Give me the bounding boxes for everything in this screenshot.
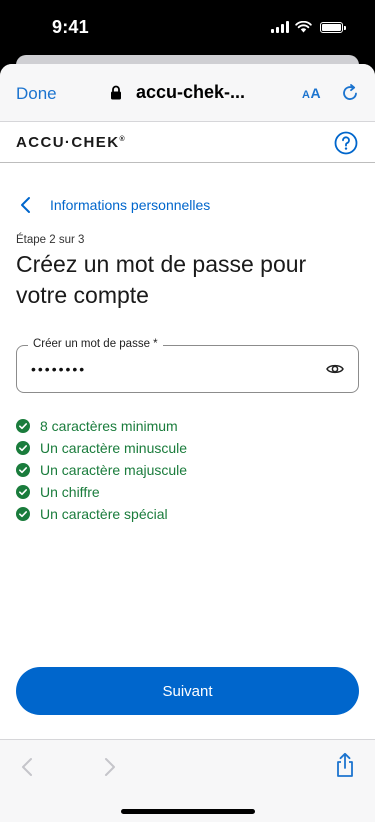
back-link[interactable]: Informations personnelles	[16, 194, 210, 216]
password-rules-list: 8 caractères minimum Un caractère minusc…	[16, 415, 187, 525]
password-rule-label: 8 caractères minimum	[40, 418, 178, 434]
back-link-label: Informations personnelles	[50, 197, 211, 213]
home-indicator	[121, 809, 255, 814]
done-button[interactable]: Done	[16, 84, 57, 104]
lock-icon	[111, 85, 121, 100]
site-header: ACCU·CHEK®	[0, 121, 375, 163]
check-circle-icon	[16, 463, 30, 477]
address-bar[interactable]: accu-chek-...	[110, 82, 245, 103]
password-rule: Un chiffre	[16, 481, 187, 503]
url-text: accu-chek-...	[136, 82, 246, 102]
password-rule: Un caractère minuscule	[16, 437, 187, 459]
browser-bottom-toolbar	[0, 739, 375, 822]
browser-back-icon[interactable]	[20, 756, 36, 778]
password-rule-label: Un caractère majuscule	[40, 462, 188, 478]
browser-forward-icon[interactable]	[101, 756, 117, 778]
step-indicator: Étape 2 sur 3	[16, 234, 85, 246]
password-rule: 8 caractères minimum	[16, 415, 187, 437]
check-circle-icon	[16, 507, 30, 521]
check-circle-icon	[16, 485, 30, 499]
battery-icon	[320, 21, 346, 33]
password-rule-label: Un caractère spécial	[40, 506, 168, 522]
reload-icon[interactable]	[340, 83, 360, 103]
share-icon[interactable]	[334, 752, 356, 778]
logo-registered-mark: ®	[119, 136, 125, 143]
text-size-button[interactable]: AA	[302, 85, 321, 101]
wifi-icon	[295, 21, 312, 33]
password-field[interactable]: Créer un mot de passe * ••••••••	[16, 338, 359, 393]
help-icon[interactable]	[334, 131, 358, 155]
next-button[interactable]: Suivant	[16, 667, 359, 715]
password-rule: Un caractère majuscule	[16, 459, 187, 481]
check-circle-icon	[16, 441, 30, 455]
show-password-eye-icon[interactable]	[326, 361, 344, 377]
chevron-left-icon	[21, 197, 30, 213]
password-rule-label: Un caractère minuscule	[40, 440, 188, 456]
text-size-large: A	[310, 85, 322, 101]
password-field-label: Créer un mot de passe *	[28, 338, 163, 350]
accu-chek-logo[interactable]: ACCU·CHEK®	[16, 134, 125, 151]
password-rule: Un caractère spécial	[16, 503, 187, 525]
status-icons	[271, 21, 346, 33]
status-bar: 9:41	[0, 0, 375, 56]
password-input[interactable]: ••••••••	[31, 361, 86, 377]
cellular-signal-icon	[271, 21, 289, 33]
browser-sheet: Done accu-chek-... AA ACCU·CHEK® Informa…	[0, 64, 375, 822]
browser-top-bar: Done accu-chek-... AA	[0, 64, 375, 122]
logo-text: ACCU·CHEK	[16, 134, 120, 151]
password-rule-label: Un chiffre	[40, 484, 100, 500]
status-time: 9:41	[52, 17, 89, 37]
check-circle-icon	[16, 419, 30, 433]
page-title: Créez un mot de passe pour votre compte	[16, 251, 307, 308]
